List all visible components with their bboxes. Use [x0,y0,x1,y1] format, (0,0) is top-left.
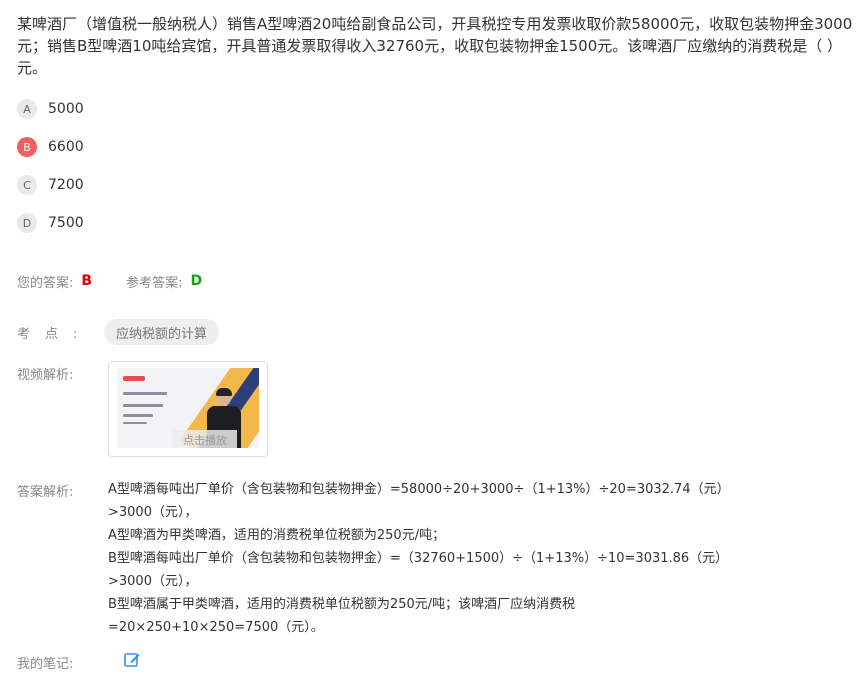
brand-logo-icon [123,376,145,381]
video-thumbnail-card[interactable]: 点击播放 [108,361,268,457]
analysis-line: B型啤酒每吨出厂单价（含包装物和包装物押金）=（32760+1500）÷（1+1… [108,551,729,566]
option-text: 6600 [48,139,84,155]
question-text: 某啤酒厂（增值税一般纳税人）销售A型啤酒20吨给副食品公司，开具税控专用发票收取… [17,15,853,77]
option-text: 5000 [48,101,84,117]
knowledge-point-tag[interactable]: 应纳税额的计算 [104,319,220,345]
analysis-line: =20×250+10×250=7500（元）。 [108,620,324,635]
answer-analysis: A型啤酒每吨出厂单价（含包装物和包装物押金）=58000÷20+3000÷（1+… [108,478,758,639]
analysis-line: >3000（元）， [108,505,198,520]
option-d[interactable]: D 7500 [17,211,84,235]
answer-analysis-label: 答案解析: [17,485,74,500]
knowledge-point-label: 考点: [17,327,93,342]
answer-row: 您的答案: B 参考答案: D [17,270,202,292]
your-answer-value: B [81,273,93,289]
analysis-line: >3000（元）， [108,574,198,589]
edit-icon[interactable] [123,651,141,669]
option-text: 7500 [48,215,84,231]
option-letter: D [17,213,37,233]
video-analysis-label: 视频解析: [17,368,74,383]
analysis-line: A型啤酒为甲类啤酒，适用的消费税单位税额为250元/吨； [108,528,446,543]
option-a[interactable]: A 5000 [17,97,84,121]
option-text: 7200 [48,177,84,193]
option-b[interactable]: B 6600 [17,135,84,159]
analysis-line: A型啤酒每吨出厂单价（含包装物和包装物押金）=58000÷20+3000÷（1+… [108,482,730,497]
option-letter: C [17,175,37,195]
reference-answer-value: D [190,273,203,289]
option-c[interactable]: C 7200 [17,173,84,197]
video-thumbnail[interactable]: 点击播放 [117,368,259,448]
analysis-line: B型啤酒属于甲类啤酒，适用的消费税单位税额为250元/吨；该啤酒厂应纳消费税 [108,597,576,612]
my-notes-label: 我的笔记: [17,657,74,672]
option-letter: A [17,99,37,119]
option-letter-selected: B [17,137,37,157]
reference-answer-label: 参考答案: [126,275,183,291]
your-answer-label: 您的答案: [17,275,74,291]
play-overlay[interactable]: 点击播放 [173,430,237,448]
